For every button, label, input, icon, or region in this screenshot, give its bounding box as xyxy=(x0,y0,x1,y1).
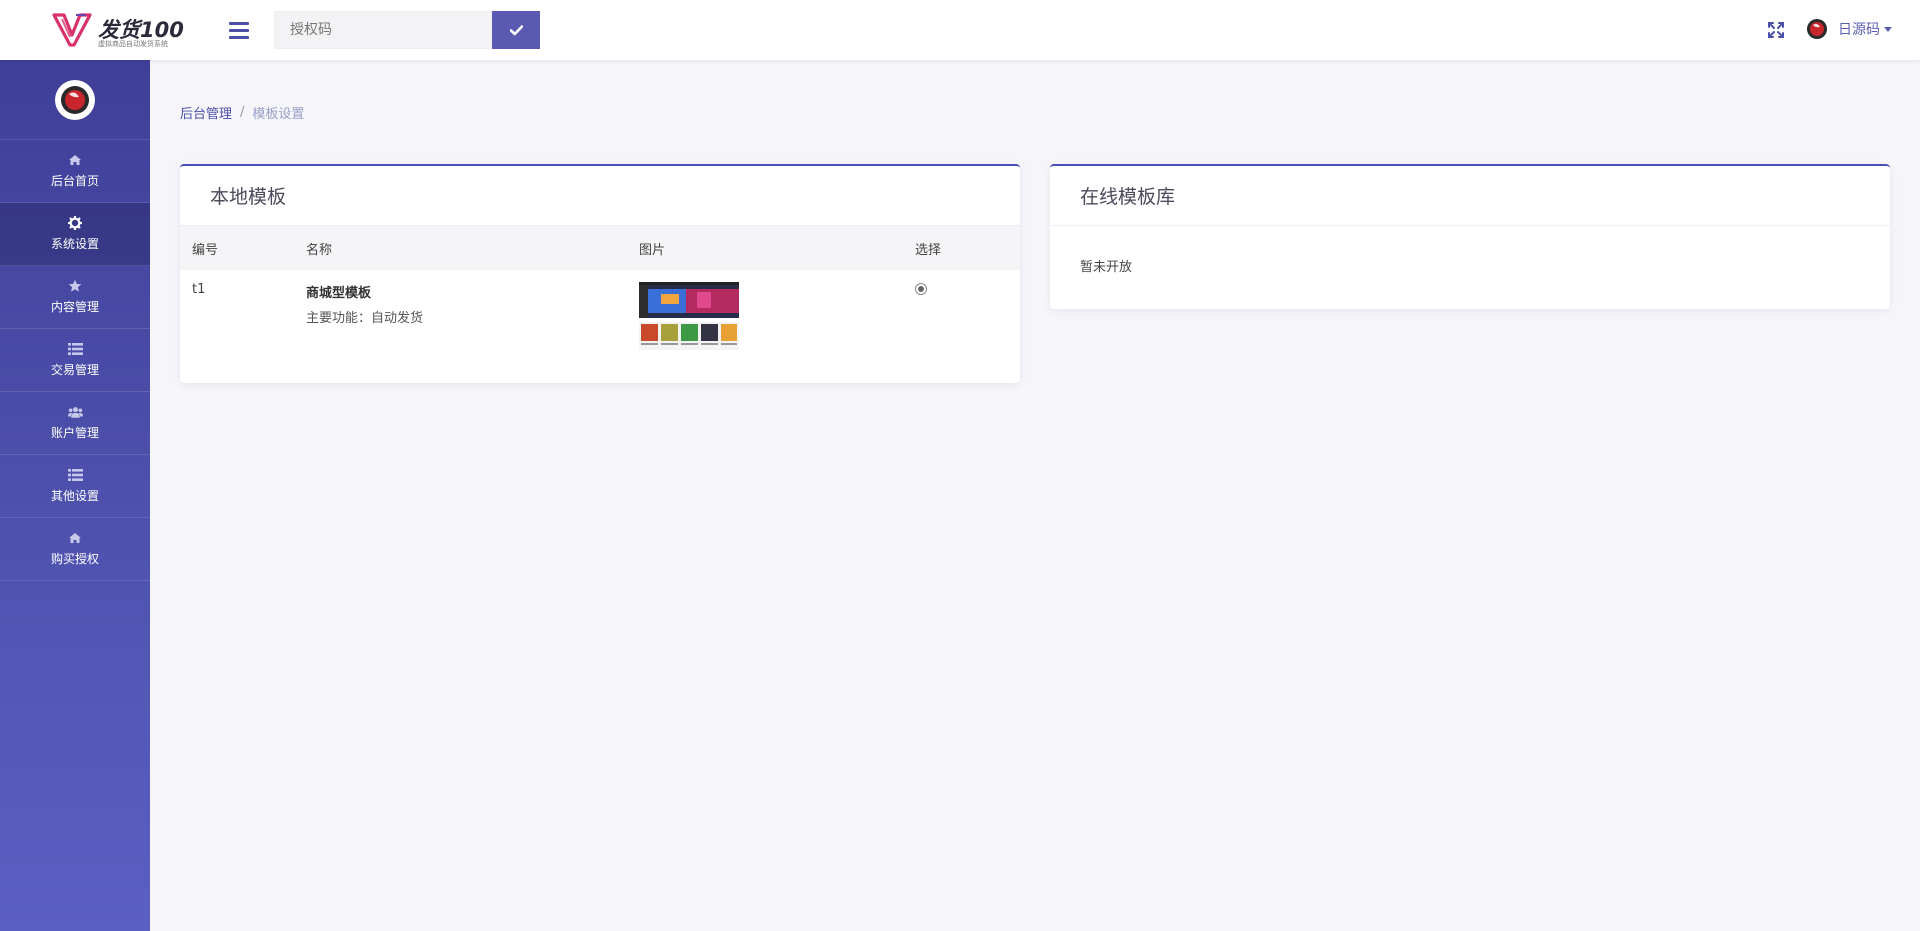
card-header: 本地模板 xyxy=(180,166,1020,226)
top-bar: 发货100 虚拟商品自动发货系统 日源码 xyxy=(0,0,1920,60)
sidebar-item-other-settings[interactable]: 其他设置 xyxy=(0,455,150,518)
sidebar-item-buy-license[interactable]: 购买授权 xyxy=(0,518,150,581)
table-row: t1 商城型模板 主要功能：自动发货 xyxy=(180,270,1020,350)
menu-toggle-icon[interactable] xyxy=(226,18,252,42)
fullscreen-icon[interactable] xyxy=(1767,21,1785,39)
local-templates-card: 本地模板 编号 名称 图片 选择 t1 商城型模板 主要功能：自动发货 xyxy=(180,164,1020,383)
sidebar-item-trades[interactable]: 交易管理 xyxy=(0,329,150,392)
column-header-id: 编号 xyxy=(192,242,219,258)
home-icon xyxy=(68,153,83,167)
sidebar-avatar-area xyxy=(0,60,150,140)
list-icon xyxy=(67,342,83,356)
sidebar-item-label: 系统设置 xyxy=(50,237,99,251)
breadcrumb: 后台管理 / 模板设置 xyxy=(180,103,304,122)
user-menu[interactable]: 日源码 xyxy=(1806,14,1892,44)
column-header-name: 名称 xyxy=(306,242,333,258)
chevron-down-icon xyxy=(1884,26,1892,32)
sidebar-item-label: 后台首页 xyxy=(50,174,99,188)
template-description: 主要功能：自动发货 xyxy=(306,311,424,326)
card-title: 在线模板库 xyxy=(1080,186,1176,208)
template-name-cell: 商城型模板 主要功能：自动发货 xyxy=(294,270,627,350)
template-select-radio[interactable] xyxy=(915,283,927,295)
sidebar-item-label: 内容管理 xyxy=(50,300,99,314)
template-id: t1 xyxy=(192,282,206,297)
user-name: 日源码 xyxy=(1838,22,1880,38)
column-header-select: 选择 xyxy=(915,242,942,258)
avatar[interactable] xyxy=(55,79,95,120)
sidebar-item-accounts[interactable]: 账户管理 xyxy=(0,392,150,455)
users-icon xyxy=(67,405,83,419)
online-templates-card: 在线模板库 暂未开放 xyxy=(1050,164,1890,309)
star-icon xyxy=(68,279,83,293)
table-header-row: 编号 名称 图片 选择 xyxy=(180,226,1020,270)
sidebar-item-label: 交易管理 xyxy=(50,363,99,377)
card-title: 本地模板 xyxy=(210,186,287,208)
sidebar-item-home[interactable]: 后台首页 xyxy=(0,140,150,203)
sidebar: 后台首页 系统设置 内容管理 交易管理 账户管理 其他设置 购买授权 xyxy=(0,60,150,931)
logo-mark-icon xyxy=(52,13,92,47)
column-header-image: 图片 xyxy=(639,242,666,258)
template-image-cell xyxy=(627,270,903,350)
check-icon xyxy=(509,24,523,35)
online-templates-message: 暂未开放 xyxy=(1080,260,1133,275)
template-name: 商城型模板 xyxy=(306,286,372,301)
card-header: 在线模板库 xyxy=(1050,166,1890,226)
template-thumbnail[interactable] xyxy=(639,282,739,350)
sidebar-item-content[interactable]: 内容管理 xyxy=(0,266,150,329)
list-icon xyxy=(67,468,83,482)
license-code-input[interactable] xyxy=(274,11,492,49)
gear-icon xyxy=(68,216,83,230)
templates-table: 编号 名称 图片 选择 t1 商城型模板 主要功能：自动发货 xyxy=(180,226,1020,350)
logo-subtitle: 虚拟商品自动发货系统 xyxy=(98,40,168,48)
template-select-cell xyxy=(903,270,1020,350)
breadcrumb-current: 模板设置 xyxy=(252,107,305,122)
breadcrumb-parent-link[interactable]: 后台管理 xyxy=(180,103,232,122)
home-icon xyxy=(68,531,83,545)
avatar xyxy=(1807,19,1827,39)
sidebar-item-system-settings[interactable]: 系统设置 xyxy=(0,203,150,266)
logo[interactable]: 发货100 虚拟商品自动发货系统 xyxy=(52,13,184,49)
radio-checked-dot xyxy=(918,286,924,292)
license-submit-button[interactable] xyxy=(492,11,540,49)
sidebar-item-label: 购买授权 xyxy=(50,552,99,566)
breadcrumb-separator: / xyxy=(240,105,245,120)
sidebar-item-label: 账户管理 xyxy=(50,426,99,440)
sidebar-item-label: 其他设置 xyxy=(50,489,99,503)
